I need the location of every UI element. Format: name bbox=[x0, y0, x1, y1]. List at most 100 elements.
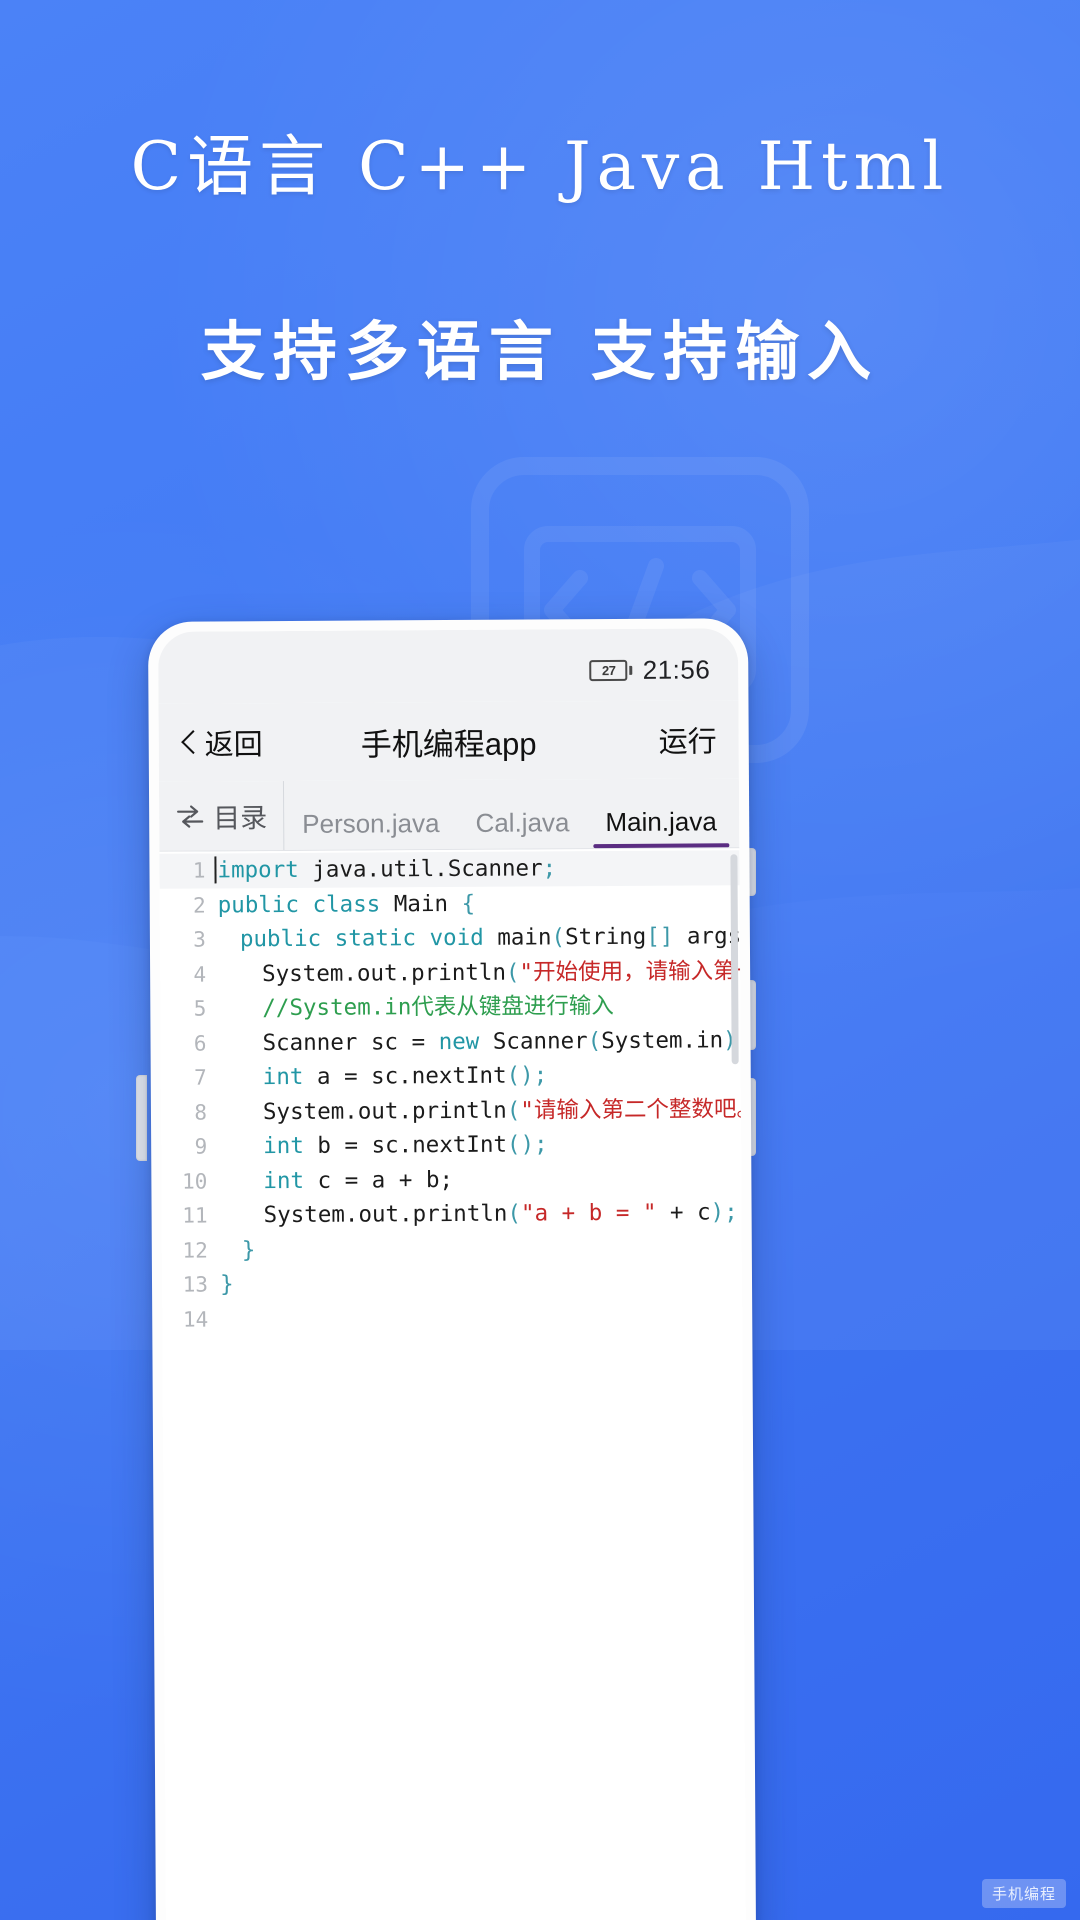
code-line[interactable]: 11 System.out.println("a + b = " + c); bbox=[161, 1195, 741, 1233]
code-token: = bbox=[411, 1028, 426, 1055]
file-tabs-container: Person.java Cal.java Main.java bbox=[284, 778, 735, 850]
code-token: (); bbox=[506, 1062, 548, 1089]
code-token: int bbox=[262, 1063, 304, 1091]
line-number: 13 bbox=[182, 1272, 209, 1297]
code-line[interactable]: 4 System.out.println("开始使用，请输入第一个整数吧。"); bbox=[160, 954, 746, 992]
watermark-badge: 手机编程 bbox=[981, 1879, 1066, 1908]
code-token: [] bbox=[646, 923, 674, 950]
code-line[interactable]: 8 System.out.println("请输入第二个整数吧。"); bbox=[161, 1092, 746, 1130]
code-token: + c bbox=[656, 1199, 711, 1226]
line-number: 9 bbox=[194, 1134, 208, 1159]
editor-scrollbar[interactable] bbox=[730, 854, 739, 1065]
code-line-text: } bbox=[220, 1267, 234, 1302]
code-line[interactable]: 3 public static void main(String[] args){ bbox=[160, 919, 746, 957]
line-number: 7 bbox=[194, 1065, 207, 1090]
code-token: ( bbox=[505, 959, 520, 986]
code-token: class bbox=[312, 890, 381, 918]
code-line[interactable]: 9 int b = sc.nextInt(); bbox=[161, 1126, 741, 1164]
catalog-label: 目录 bbox=[213, 803, 268, 834]
code-token: import bbox=[217, 856, 299, 884]
battery-icon: 27 bbox=[589, 659, 633, 681]
code-line[interactable]: 2 public class Main { bbox=[160, 885, 740, 923]
code-lines-container: 1 import java.util.Scanner; 2 public class … bbox=[159, 850, 746, 1337]
code-token: ( bbox=[551, 924, 566, 951]
code-token: java.util.Scanner bbox=[298, 855, 543, 883]
chevron-left-icon bbox=[181, 730, 196, 756]
code-token: { bbox=[461, 890, 476, 917]
code-token: //System.in代表从键盘进行输入 bbox=[262, 993, 614, 1022]
file-tab-person-java[interactable]: Person.java bbox=[284, 780, 458, 850]
code-token: ( bbox=[506, 1097, 521, 1124]
code-token: Scanner bbox=[479, 1027, 588, 1055]
code-line-text: System.out.println("请输入第二个整数吧。"); bbox=[219, 1091, 746, 1129]
line-number: 10 bbox=[182, 1168, 208, 1194]
code-line[interactable]: 5 //System.in代表从键盘进行输入 bbox=[160, 988, 740, 1026]
phone-side-button-assistant[interactable] bbox=[136, 1075, 147, 1161]
code-line[interactable]: 13} bbox=[162, 1264, 742, 1302]
code-line[interactable]: 12} bbox=[162, 1230, 742, 1268]
catalog-swap-icon bbox=[177, 804, 204, 828]
code-line-text: Scanner sc = new Scanner(System.in); bbox=[218, 1023, 746, 1061]
code-token: static bbox=[334, 925, 417, 952]
code-line[interactable]: 7 int a = sc.nextInt(); bbox=[161, 1057, 741, 1095]
code-line-text: //System.in代表从键盘进行输入 bbox=[218, 989, 614, 1026]
back-button[interactable]: 返回 bbox=[181, 721, 263, 764]
back-button-label: 返回 bbox=[204, 729, 263, 762]
line-number: 8 bbox=[194, 1099, 208, 1125]
code-token: } bbox=[219, 1271, 234, 1298]
code-line-text: public class Main { bbox=[218, 886, 476, 922]
code-token: new bbox=[438, 1028, 480, 1055]
code-token: int bbox=[263, 1132, 304, 1160]
code-token: "请输入第二个整数吧。" bbox=[520, 1095, 747, 1124]
code-token: Main bbox=[380, 890, 462, 917]
code-token: "开始使用，请输入第一个整数吧。" bbox=[519, 956, 747, 986]
code-line-text: System.out.println("开始使用，请输入第一个整数吧。"); bbox=[218, 953, 746, 992]
code-line[interactable]: 1 import java.util.Scanner; bbox=[159, 850, 740, 889]
code-token: String bbox=[564, 923, 647, 951]
line-number: 1 bbox=[192, 858, 206, 883]
promo-headline-primary: C语言 C++ Java Html bbox=[130, 128, 950, 205]
code-token: "a + b = " bbox=[520, 1199, 657, 1227]
catalog-button[interactable]: 目录 bbox=[158, 781, 285, 851]
file-tab-main-java[interactable]: Main.java bbox=[587, 778, 735, 848]
code-editor[interactable]: 1 import java.util.Scanner; 2 public class … bbox=[159, 848, 747, 1920]
code-token: int bbox=[263, 1167, 305, 1194]
line-number: 5 bbox=[193, 996, 207, 1021]
code-token: c = a + b; bbox=[303, 1166, 454, 1194]
phone-mockup-frame: 27 21:56 返回 手机编程app 运行 目录 Person.java Ca… bbox=[147, 618, 757, 1920]
code-token: } bbox=[241, 1236, 256, 1263]
code-line-text: public static void main(String[] args){ bbox=[218, 919, 746, 957]
file-tab-cal-java[interactable]: Cal.java bbox=[457, 779, 587, 849]
code-line-text: int c = a + b; bbox=[219, 1162, 453, 1198]
line-number: 3 bbox=[193, 927, 206, 952]
status-bar: 27 21:56 bbox=[158, 628, 739, 704]
code-line-text: import java.util.Scanner; bbox=[217, 851, 556, 888]
code-line[interactable]: 14 bbox=[162, 1299, 742, 1337]
line-number: 12 bbox=[182, 1237, 208, 1263]
code-token: System.out.println bbox=[263, 1200, 508, 1229]
line-number: 4 bbox=[193, 961, 207, 987]
phone-screen: 27 21:56 返回 手机编程app 运行 目录 Person.java Ca… bbox=[158, 628, 747, 1920]
code-token: System.in bbox=[601, 1026, 724, 1054]
run-button[interactable]: 运行 bbox=[659, 718, 721, 760]
code-token: public bbox=[217, 891, 300, 918]
code-token: public bbox=[239, 925, 322, 953]
code-token: (); bbox=[506, 1131, 548, 1158]
code-token: ){ bbox=[741, 923, 747, 950]
code-token: void bbox=[429, 924, 484, 952]
code-line[interactable]: 6 Scanner sc = new Scanner(System.in); bbox=[160, 1023, 746, 1061]
code-line-text: int b = sc.nextInt(); bbox=[219, 1127, 548, 1164]
code-line-text: System.out.println("a + b = " + c); bbox=[219, 1195, 738, 1233]
promo-headline-secondary: 支持多语言 支持输入 bbox=[200, 316, 880, 390]
app-header: 返回 手机编程app 运行 bbox=[158, 700, 739, 782]
code-token: main bbox=[483, 924, 552, 951]
code-token: ; bbox=[542, 855, 557, 882]
code-line-text: } bbox=[220, 1233, 256, 1268]
code-line[interactable]: 10 int c = a + b; bbox=[161, 1161, 741, 1199]
line-number: 14 bbox=[182, 1306, 209, 1332]
line-number: 11 bbox=[182, 1203, 208, 1228]
line-number: 2 bbox=[192, 892, 206, 918]
